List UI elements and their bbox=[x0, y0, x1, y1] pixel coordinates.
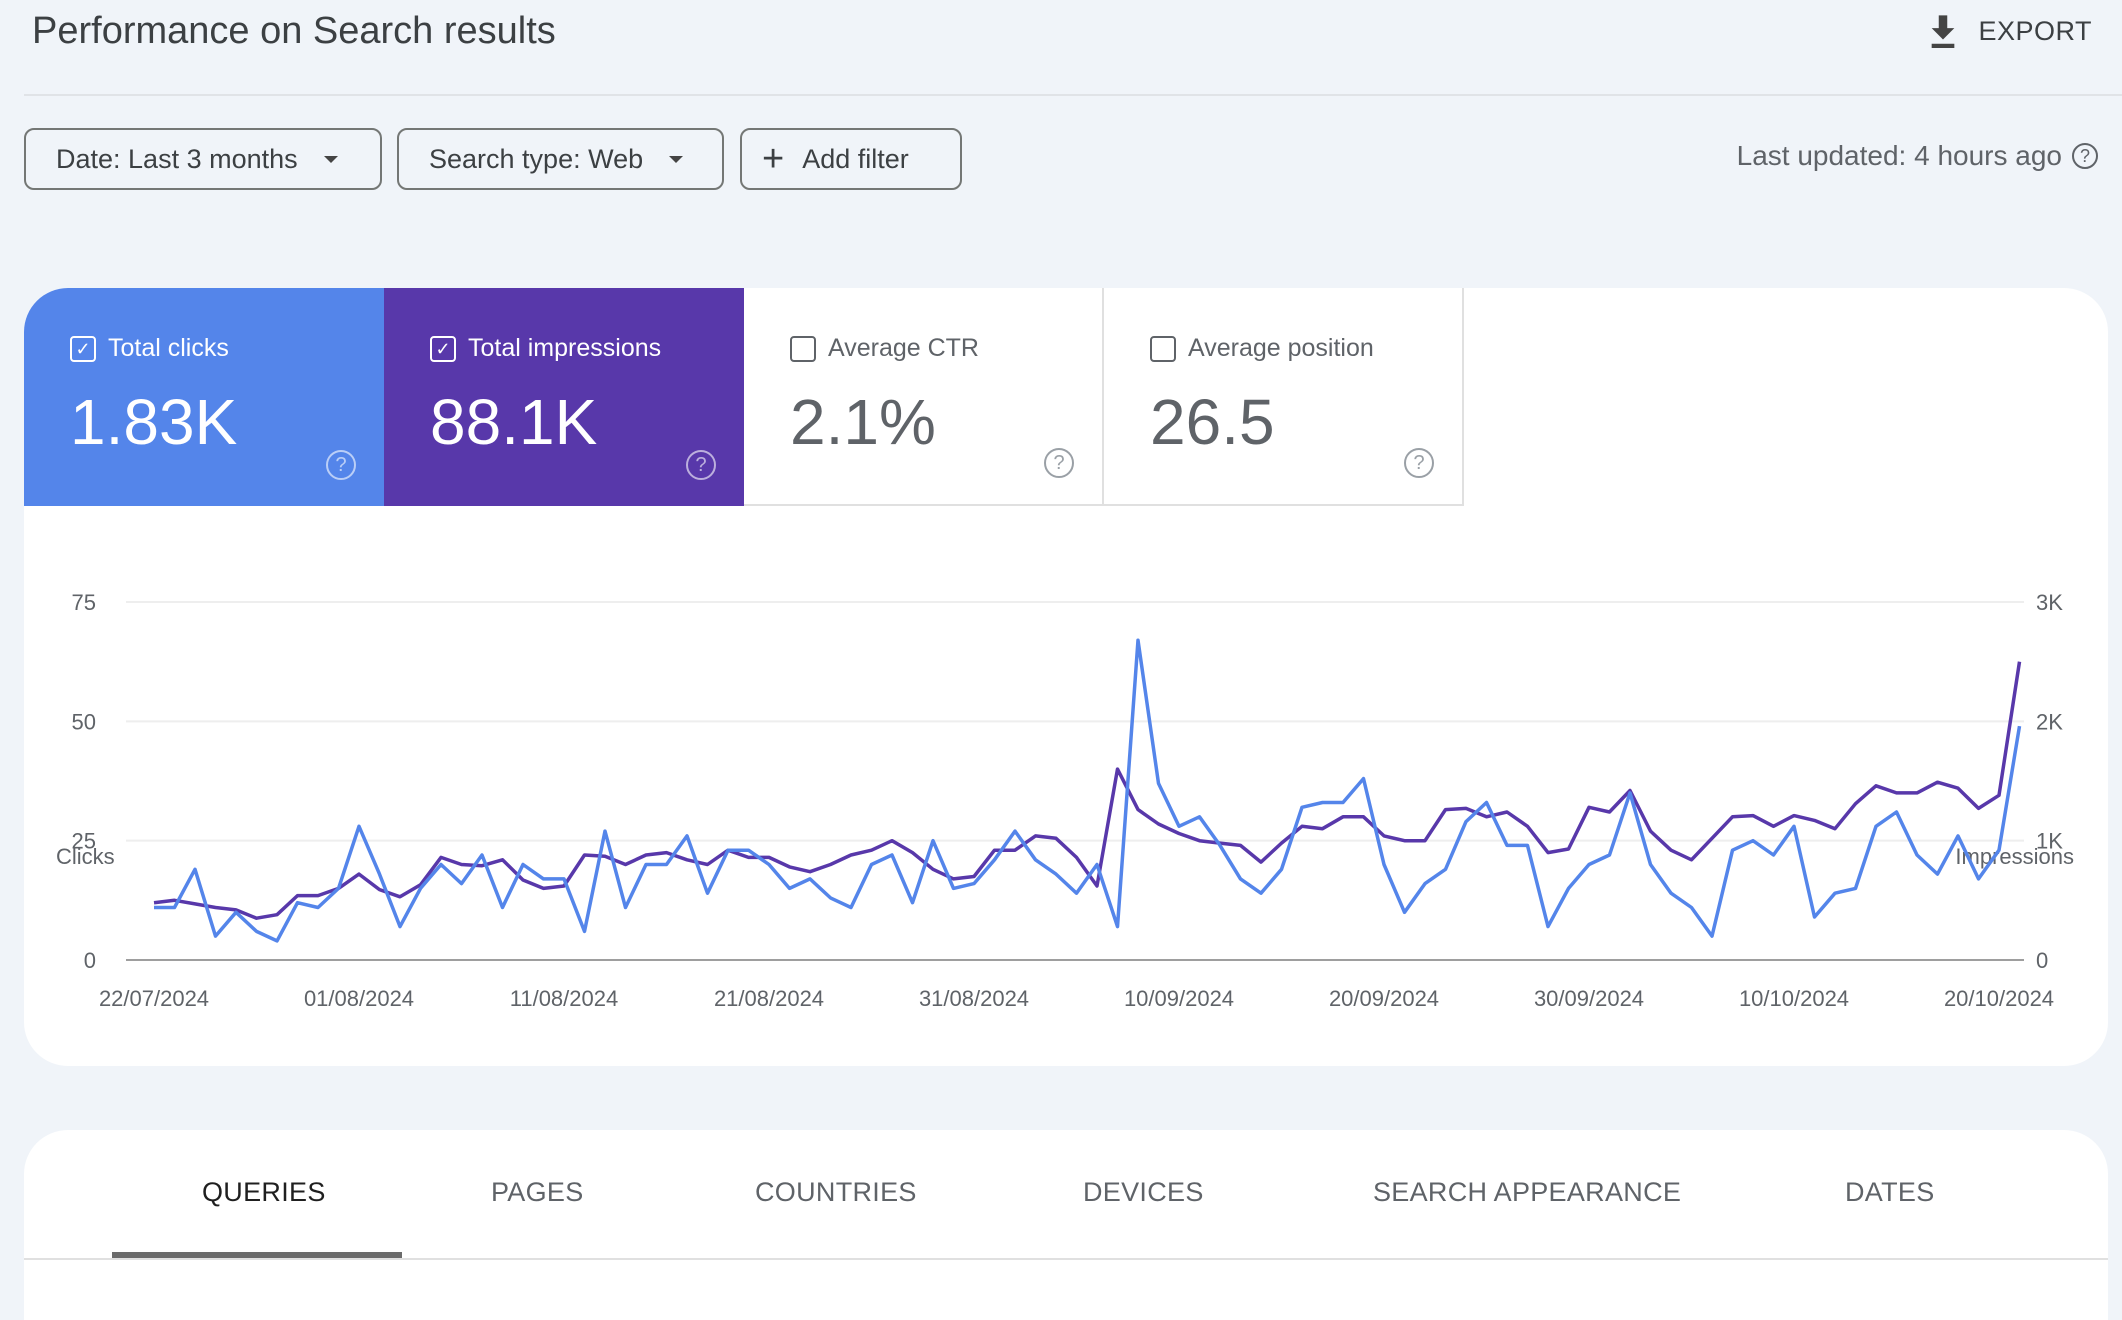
tab-dates[interactable]: DATES bbox=[1845, 1177, 1935, 1208]
metric-value: 88.1K bbox=[430, 386, 598, 458]
x-tick: 11/08/2024 bbox=[510, 986, 618, 1011]
performance-chart: Clicks Impressions 0255075 01K2K3K 22/07… bbox=[56, 590, 2074, 1011]
last-updated: Last updated: 4 hours ago ? bbox=[1737, 140, 2098, 172]
checkbox-unchecked-icon[interactable] bbox=[1150, 335, 1176, 362]
y-tick-left: 50 bbox=[72, 709, 96, 734]
metric-value: 1.83K bbox=[70, 386, 238, 458]
date-filter-label: Date: Last 3 months bbox=[56, 143, 298, 174]
page-title: Performance on Search results bbox=[32, 10, 556, 52]
search-type-label: Search type: Web bbox=[429, 143, 644, 174]
series-line-clicks bbox=[154, 638, 2022, 943]
x-tick: 31/08/2024 bbox=[919, 986, 1029, 1011]
metric-total-impressions[interactable]: ✓ Total impressions 88.1K ? bbox=[384, 288, 744, 506]
checkbox-checked-icon[interactable]: ✓ bbox=[70, 335, 96, 362]
y-tick-right: 2K bbox=[2036, 709, 2063, 734]
metric-average-position[interactable]: Average position 26.5 ? bbox=[1104, 288, 1464, 506]
tab-pages[interactable]: PAGES bbox=[491, 1177, 584, 1208]
y-tick-right: 3K bbox=[2036, 590, 2063, 615]
help-icon[interactable]: ? bbox=[1404, 448, 1434, 478]
checkbox-unchecked-icon[interactable] bbox=[790, 335, 816, 362]
x-tick: 22/07/2024 bbox=[99, 986, 209, 1011]
tabs-divider bbox=[24, 1258, 2108, 1260]
search-type-chip[interactable]: Search type: Web bbox=[397, 128, 724, 190]
x-tick: 20/10/2024 bbox=[1944, 986, 2054, 1011]
metric-label: Total impressions bbox=[468, 334, 662, 362]
y-tick-left: 0 bbox=[84, 948, 96, 973]
date-filter-chip[interactable]: Date: Last 3 months bbox=[24, 128, 382, 190]
x-tick: 10/09/2024 bbox=[1124, 986, 1234, 1011]
y-tick-left: 75 bbox=[72, 590, 96, 615]
tab-devices[interactable]: DEVICES bbox=[1083, 1177, 1204, 1208]
tab-search-appearance[interactable]: SEARCH APPEARANCE bbox=[1373, 1177, 1681, 1208]
metric-label: Total clicks bbox=[108, 334, 229, 362]
metric-average-ctr[interactable]: Average CTR 2.1% ? bbox=[744, 288, 1104, 506]
x-tick: 21/08/2024 bbox=[714, 986, 824, 1011]
metric-label: Average CTR bbox=[828, 334, 979, 362]
help-icon[interactable]: ? bbox=[326, 450, 356, 480]
help-icon[interactable]: ? bbox=[2072, 143, 2098, 169]
header-divider bbox=[24, 94, 2122, 96]
export-button[interactable]: EXPORT bbox=[1926, 12, 2092, 50]
help-icon[interactable]: ? bbox=[1044, 448, 1074, 478]
x-tick: 01/08/2024 bbox=[304, 986, 414, 1011]
y-tick-right: 1K bbox=[2036, 829, 2063, 854]
x-tick: 10/10/2024 bbox=[1739, 986, 1849, 1011]
caret-down-icon bbox=[323, 155, 338, 163]
download-icon bbox=[1932, 15, 1955, 48]
y-tick-left: 25 bbox=[72, 829, 96, 854]
plus-icon: + bbox=[762, 138, 785, 180]
performance-card: ✓ Total clicks 1.83K ? ✓ Total impressions… bbox=[24, 288, 2108, 1066]
x-tick: 20/09/2024 bbox=[1329, 986, 1439, 1011]
metric-total-clicks[interactable]: ✓ Total clicks 1.83K ? bbox=[24, 288, 384, 506]
caret-down-icon bbox=[669, 155, 684, 163]
metric-label: Average position bbox=[1188, 334, 1374, 362]
add-filter-button[interactable]: + Add filter bbox=[740, 128, 962, 190]
x-tick: 30/09/2024 bbox=[1534, 986, 1644, 1011]
dimension-tabs: QUERIES PAGES COUNTRIES DEVICES SEARCH A… bbox=[24, 1130, 2108, 1320]
y-tick-right: 0 bbox=[2036, 948, 2048, 973]
tab-queries[interactable]: QUERIES bbox=[202, 1177, 326, 1208]
last-updated-text: Last updated: 4 hours ago bbox=[1736, 140, 2062, 171]
export-label: EXPORT bbox=[1978, 15, 2092, 46]
add-filter-label: Add filter bbox=[802, 143, 909, 174]
help-icon[interactable]: ? bbox=[686, 450, 716, 480]
checkbox-checked-icon[interactable]: ✓ bbox=[430, 335, 456, 362]
tab-countries[interactable]: COUNTRIES bbox=[755, 1177, 917, 1208]
